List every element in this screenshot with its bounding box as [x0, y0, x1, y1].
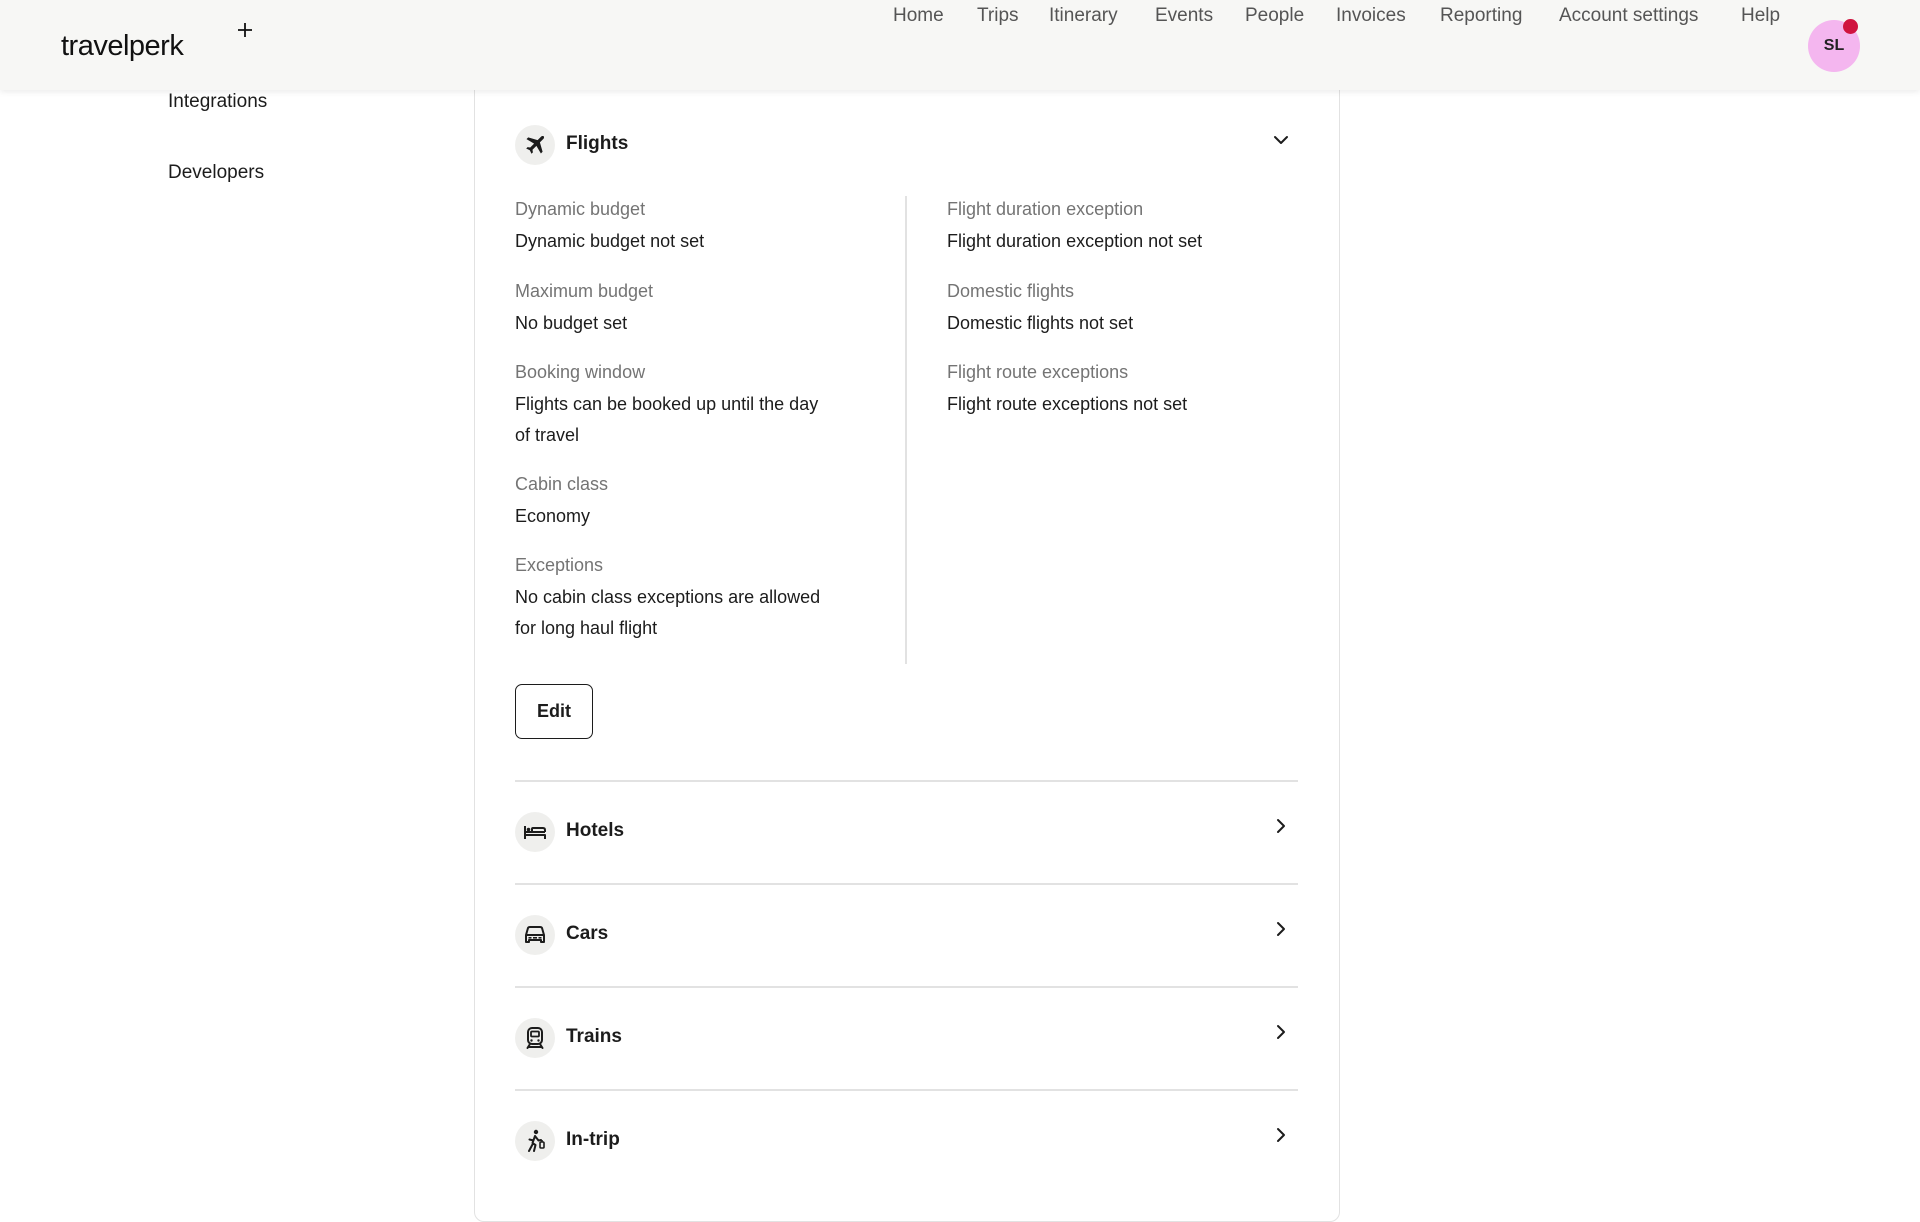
sidebar-item-integrations[interactable]: Integrations: [168, 91, 267, 113]
booking-window-label: Booking window: [515, 362, 646, 382]
nav-home[interactable]: Home: [893, 0, 944, 32]
in-trip-icon-badge: [515, 1121, 555, 1161]
section-row-trains[interactable]: Trains: [515, 1008, 1298, 1068]
exceptions-label: Exceptions: [515, 555, 604, 575]
section-row-in-trip[interactable]: In-trip: [515, 1111, 1298, 1171]
logo-text: travelperk: [61, 30, 184, 62]
exceptions-value-line2: for long haul flight: [515, 618, 658, 638]
nav-account-settings[interactable]: Account settings: [1559, 0, 1698, 32]
cars-icon-badge: [515, 915, 555, 955]
hotels-icon-badge: [515, 812, 555, 852]
travelperk-logo[interactable]: travelperk: [61, 23, 252, 66]
domestic-flights-label: Domestic flights: [947, 281, 1075, 301]
flight-duration-exception-value: Flight duration exception not set: [947, 231, 1203, 251]
chevron-right-icon: [1277, 819, 1285, 833]
sidebar-item-developers[interactable]: Developers: [168, 162, 264, 184]
chevron-right-icon: [1277, 1025, 1285, 1039]
maximum-budget-label: Maximum budget: [515, 281, 654, 301]
hotels-title: Hotels: [566, 820, 625, 841]
avatar-initials: SL: [1823, 37, 1845, 54]
nav-invoices[interactable]: Invoices: [1336, 0, 1406, 32]
section-divider: [515, 883, 1298, 885]
maximum-budget-value: No budget set: [515, 313, 628, 333]
flights-icon-badge: [515, 125, 555, 165]
flights-title: Flights: [566, 133, 629, 154]
exceptions-value-line1: No cabin class exceptions are allowed: [515, 587, 821, 607]
domestic-flights-value: Domestic flights not set: [947, 313, 1134, 333]
dynamic-budget-value: Dynamic budget not set: [515, 231, 705, 251]
chevron-down-icon[interactable]: [1272, 131, 1290, 149]
nav-help[interactable]: Help: [1741, 0, 1780, 32]
column-divider: [905, 196, 907, 664]
edit-button[interactable]: Edit: [515, 684, 593, 739]
notification-dot: [1843, 19, 1858, 34]
in-trip-title: In-trip: [566, 1129, 620, 1150]
dynamic-budget-label: Dynamic budget: [515, 199, 646, 219]
flight-route-exceptions-label: Flight route exceptions: [947, 362, 1129, 382]
section-divider: [515, 986, 1298, 988]
bed-icon: [524, 826, 546, 839]
flight-route-exceptions-value: Flight route exceptions not set: [947, 394, 1188, 414]
train-icon: [526, 1027, 544, 1049]
section-divider: [515, 780, 1298, 782]
nav-people[interactable]: People: [1245, 0, 1304, 32]
cabin-class-value: Economy: [515, 506, 591, 526]
nav-trips[interactable]: Trips: [977, 0, 1019, 32]
flight-duration-exception-label: Flight duration exception: [947, 199, 1144, 219]
cabin-class-label: Cabin class: [515, 474, 609, 494]
booking-window-value-line2: of travel: [515, 425, 580, 445]
top-header: travelperk Home Trips Itinerary Events P…: [0, 0, 1920, 90]
nav-events[interactable]: Events: [1155, 0, 1213, 32]
section-row-cars[interactable]: Cars: [515, 905, 1298, 965]
trains-title: Trains: [566, 1026, 622, 1047]
car-icon: [525, 926, 545, 943]
nav-itinerary[interactable]: Itinerary: [1049, 0, 1118, 32]
walking-traveler-icon: [528, 1129, 545, 1152]
logo-plus-icon: [238, 23, 252, 37]
booking-window-value-line1: Flights can be booked up until the day: [515, 394, 819, 414]
plane-icon: [526, 135, 545, 154]
section-row-hotels[interactable]: Hotels: [515, 802, 1298, 862]
trains-icon-badge: [515, 1018, 555, 1058]
nav-reporting[interactable]: Reporting: [1440, 0, 1522, 32]
chevron-right-icon: [1277, 1128, 1285, 1142]
cars-title: Cars: [566, 923, 609, 944]
chevron-right-icon: [1277, 922, 1285, 936]
section-divider: [515, 1089, 1298, 1091]
